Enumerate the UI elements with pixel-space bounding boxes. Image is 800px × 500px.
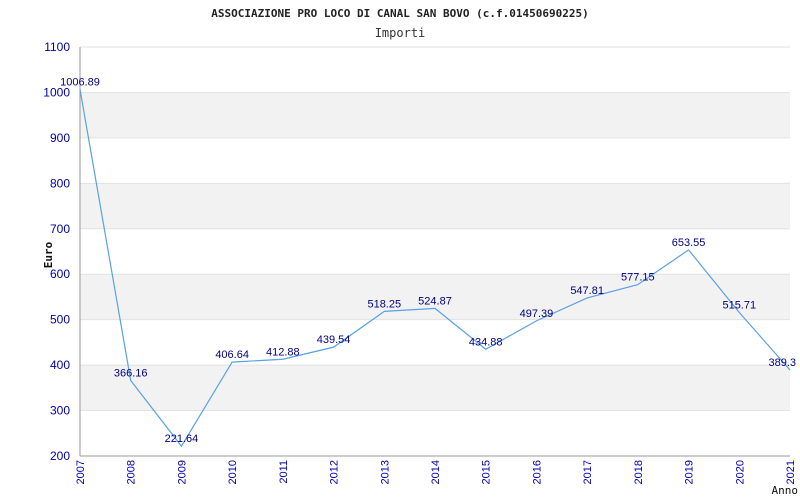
y-tick-label: 700 — [50, 222, 70, 236]
data-label: 366.16 — [114, 367, 148, 379]
y-tick-label: 600 — [50, 267, 70, 281]
y-tick-label: 1100 — [44, 40, 70, 54]
data-label: 577.15 — [621, 272, 655, 284]
data-label: 518.25 — [367, 298, 401, 310]
grid-bands — [80, 92, 790, 411]
data-label: 389.3 — [768, 357, 796, 369]
y-tick-label: 300 — [50, 404, 70, 418]
data-label: 221.64 — [165, 433, 199, 445]
data-label: 515.71 — [722, 300, 756, 312]
x-tick-label: 2008 — [126, 460, 138, 484]
grid-band — [80, 92, 790, 138]
x-tick-label: 2016 — [531, 460, 543, 484]
x-tick-label: 2013 — [379, 460, 391, 484]
y-axis-label: Euro — [42, 241, 55, 268]
data-label: 497.39 — [520, 308, 554, 320]
line-chart: 20030040050060070080090010001100 2007 200… — [42, 7, 799, 497]
y-tick-label: 500 — [50, 313, 70, 327]
x-tick-label: 2009 — [176, 460, 188, 484]
x-tick-label: 2014 — [430, 460, 442, 484]
grid-band — [80, 183, 790, 229]
x-tick-label: 2019 — [684, 460, 696, 484]
data-label: 547.81 — [570, 285, 604, 297]
y-tick-label: 200 — [50, 449, 70, 463]
y-tick-label: 800 — [50, 176, 70, 190]
y-tick-label: 900 — [50, 131, 70, 145]
x-tick-label: 2015 — [481, 460, 493, 484]
data-label: 412.88 — [266, 346, 300, 358]
data-label: 434.88 — [469, 336, 503, 348]
x-tick-label: 2021 — [785, 460, 797, 484]
y-tick-label: 400 — [50, 358, 70, 372]
data-label: 524.87 — [418, 295, 452, 307]
data-label: 1006.89 — [60, 76, 100, 88]
x-tick-label: 2020 — [734, 460, 746, 484]
chart-subtitle: Importi — [375, 26, 426, 40]
data-label: 439.54 — [317, 334, 351, 346]
x-tick-label: 2007 — [75, 460, 87, 484]
x-axis-label: Anno — [772, 484, 799, 497]
chart-title: ASSOCIAZIONE PRO LOCO DI CANAL SAN BOVO … — [211, 7, 589, 20]
x-tick-label: 2018 — [633, 460, 645, 484]
x-tick-label: 2017 — [582, 460, 594, 484]
x-tick-label: 2010 — [227, 460, 239, 484]
grid-band — [80, 365, 790, 411]
x-tick-label: 2011 — [278, 460, 290, 484]
x-tick-labels: 2007 2008 2009 2010 2011 2012 2013 2014 2015 2016… — [75, 460, 797, 484]
data-label: 406.64 — [215, 349, 249, 361]
data-label: 653.55 — [672, 237, 706, 249]
x-tick-label: 2012 — [329, 460, 341, 484]
